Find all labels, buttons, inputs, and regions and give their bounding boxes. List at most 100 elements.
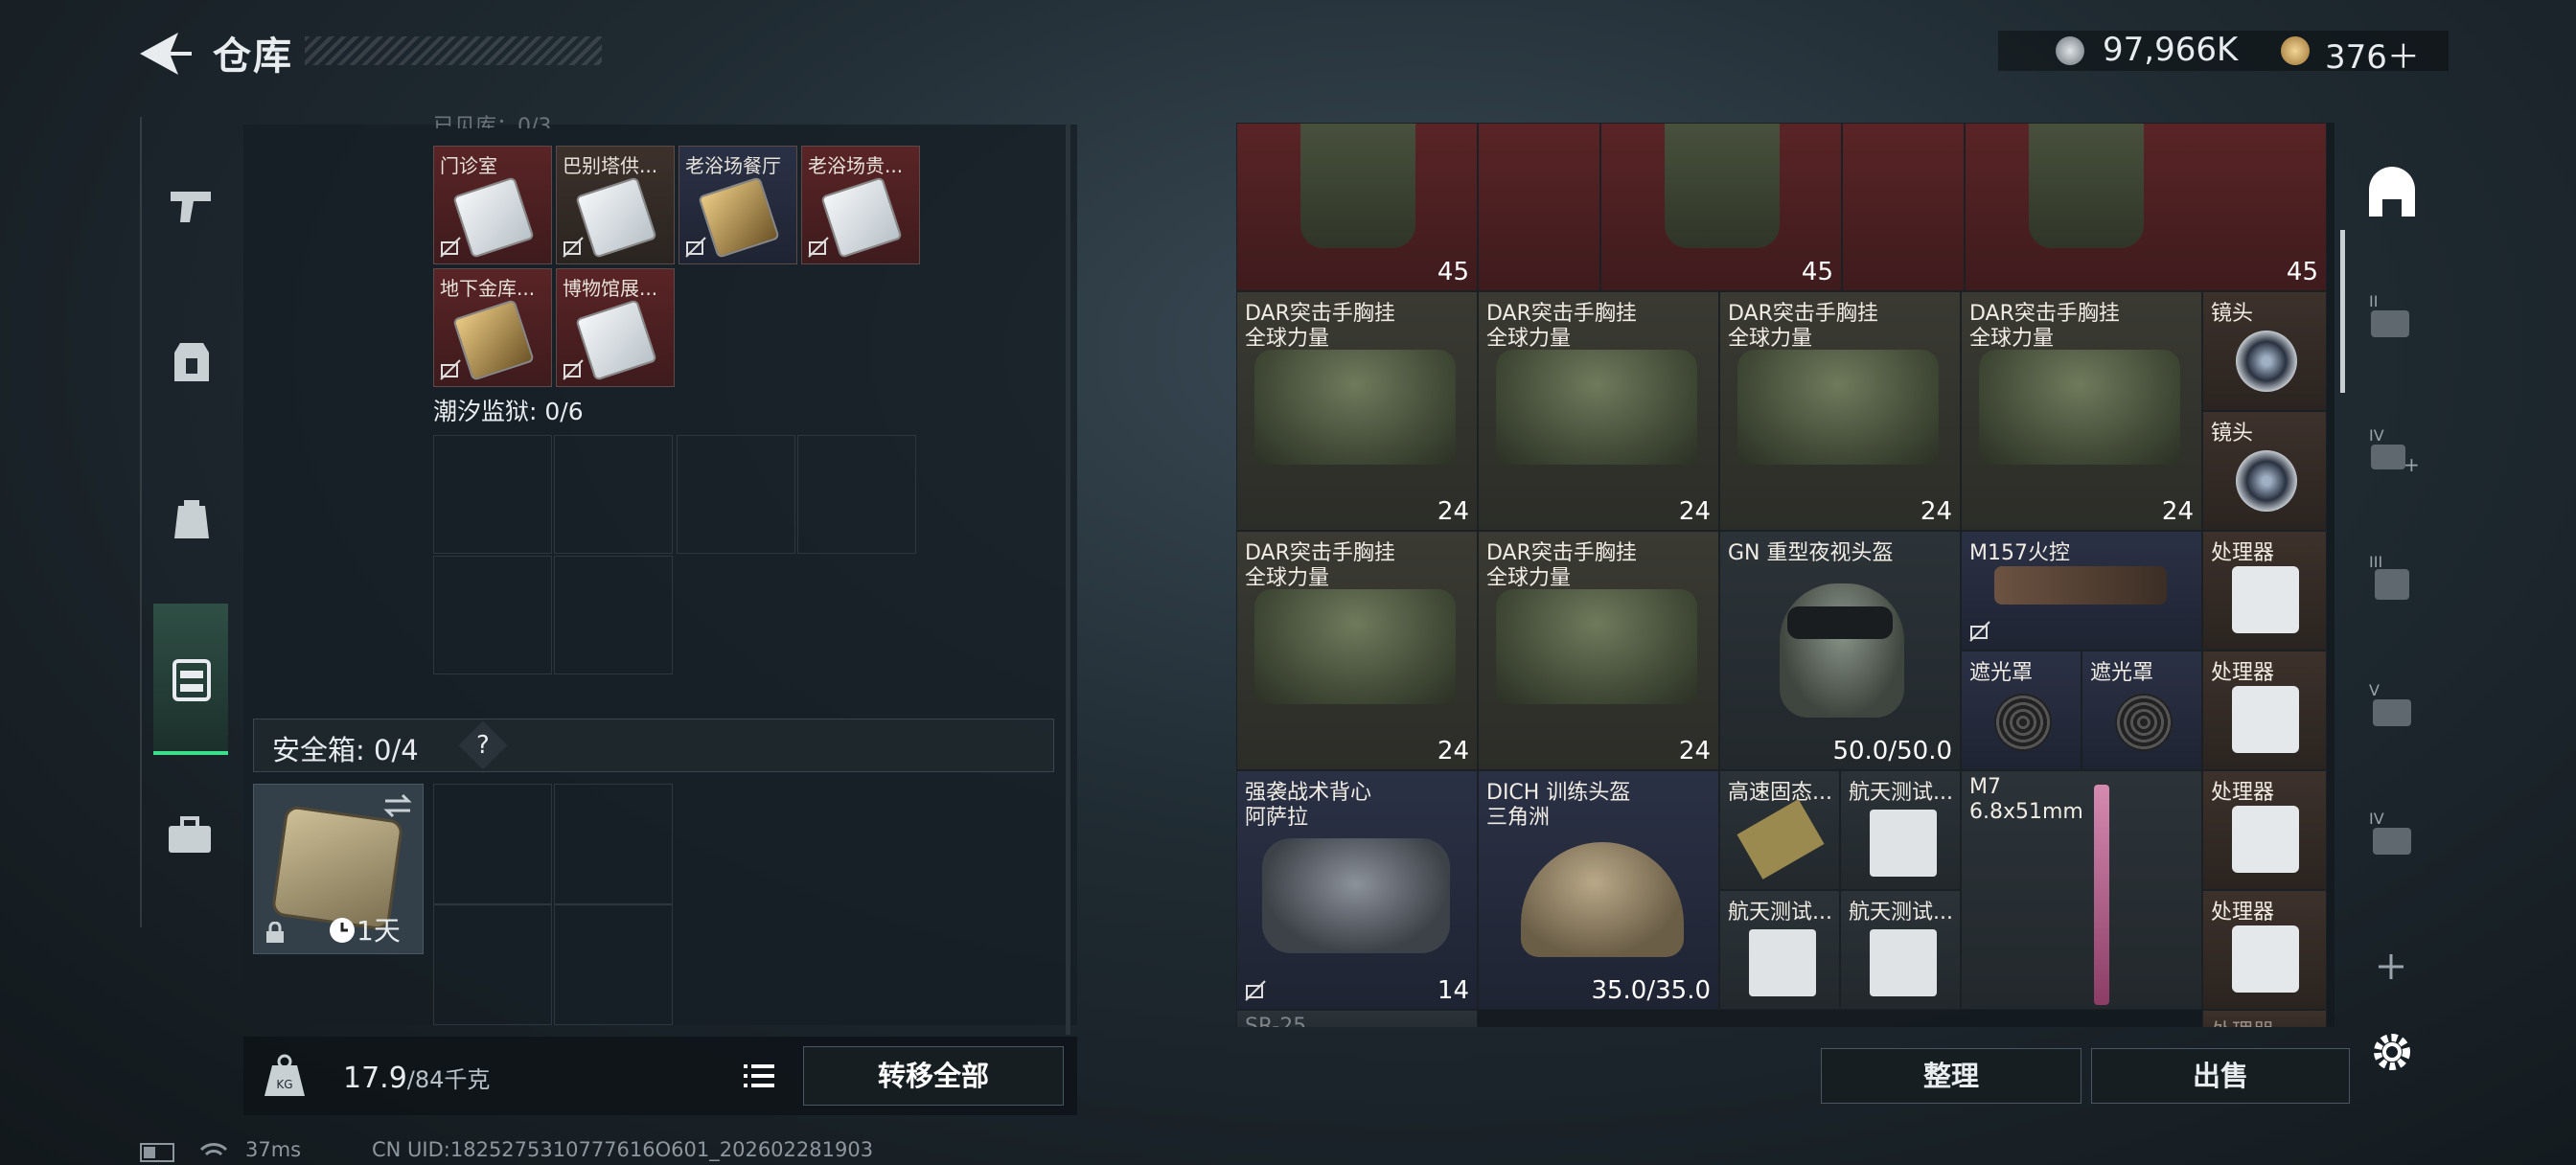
left-scrollbar[interactable] — [1066, 125, 1070, 1035]
stash-item[interactable]: 45 — [1236, 123, 1478, 291]
svg-text:IV: IV — [2369, 810, 2384, 828]
backpack-icon[interactable] — [171, 496, 213, 542]
stash-item[interactable]: 45 — [1600, 123, 1842, 291]
svg-text:V: V — [2369, 681, 2380, 699]
safe-slot[interactable] — [554, 904, 673, 1025]
stash-page-4-icon[interactable]: IV + — [2365, 423, 2419, 475]
empty-slot[interactable] — [677, 435, 795, 554]
stash-page-4b-icon[interactable]: IV — [2365, 807, 2419, 860]
token-icon — [2281, 36, 2310, 65]
battery-icon — [140, 1143, 174, 1162]
key-card[interactable]: 老浴场餐厅 — [678, 146, 797, 264]
chest-rig-item[interactable]: DAR突击手胸挂 全球力量 24 — [1478, 531, 1719, 770]
ssd-item[interactable]: 高速固态... — [1719, 770, 1840, 890]
empty-slot[interactable] — [554, 556, 673, 674]
chest-rig-item[interactable]: DAR突击手胸挂 全球力量 24 — [1719, 291, 1961, 531]
processor-item[interactable]: 处理器 — [2202, 651, 2327, 770]
weight-icon: KG — [264, 1054, 305, 1096]
back-arrow-icon[interactable] — [136, 29, 194, 79]
no-trade-icon — [1245, 980, 1266, 1001]
stash-scrollbar[interactable] — [2340, 230, 2345, 393]
processor-item[interactable]: 处理器 — [2202, 770, 2327, 890]
key-card[interactable]: 博物馆展... — [556, 268, 675, 387]
processor-item[interactable]: 处理器 — [2202, 531, 2327, 651]
page-title: 仓库 — [213, 34, 293, 79]
list-view-icon[interactable] — [732, 1049, 786, 1103]
settings-gear-icon[interactable] — [2369, 1029, 2415, 1075]
no-trade-icon — [1969, 621, 1990, 642]
stash-grid: 45 45 45 DAR突击手胸挂 全球力量 24 DAR突击手胸挂 全球力量 24 D… — [1236, 123, 2334, 1027]
token-value[interactable]: 376＋ — [2325, 31, 2420, 78]
empty-slot[interactable] — [433, 556, 552, 674]
chest-rig-item[interactable]: DAR突击手胸挂 全球力量 24 — [1236, 531, 1478, 770]
wifi-icon — [199, 1143, 228, 1156]
stash-item[interactable] — [1478, 123, 1600, 291]
cut-off-label: 已见库：0/3 — [433, 115, 552, 128]
prison-key-title: 潮汐监狱: 0/6 — [433, 398, 584, 425]
lock-icon — [266, 922, 284, 943]
title-decoration — [305, 36, 602, 65]
stash-item[interactable]: 处理器 — [2202, 1010, 2327, 1027]
tactical-vest-item[interactable]: 强袭战术背心 阿萨拉 14 — [1236, 770, 1478, 1010]
weight-readout: 17.9/84千克 — [343, 1062, 491, 1095]
safe-slot[interactable] — [554, 784, 673, 904]
stash-item[interactable]: SR-25 — [1236, 1010, 1478, 1027]
armor-icon[interactable] — [171, 339, 213, 385]
sort-button[interactable]: 整理 — [1821, 1048, 2082, 1104]
empty-slot[interactable] — [797, 435, 916, 554]
svg-text:KG: KG — [276, 1078, 292, 1091]
stash-home-icon[interactable] — [2363, 165, 2421, 222]
lens-item[interactable]: 镜头 — [2202, 291, 2327, 411]
space-test-item[interactable]: 航天测试... — [1840, 890, 1961, 1010]
no-trade-icon — [563, 237, 584, 258]
stash-item[interactable]: 45 — [1965, 123, 2327, 291]
stash-page-2-icon[interactable]: II — [2365, 289, 2419, 341]
safe-box-title: 安全箱: 0/4 — [272, 734, 419, 766]
nvg-helmet-item[interactable]: GN 重型夜视头盔 50.0/50.0 — [1719, 531, 1961, 770]
swap-icon[interactable] — [381, 791, 414, 820]
empty-slot[interactable] — [554, 435, 673, 554]
sell-button[interactable]: 出售 — [2091, 1048, 2350, 1104]
no-trade-icon — [440, 237, 461, 258]
chest-rig-item[interactable]: DAR突击手胸挂 全球力量 24 — [1236, 291, 1478, 531]
m7-ammo-item[interactable]: M7 6.8x51mm — [1961, 770, 2202, 1010]
svg-text:II: II — [2369, 292, 2378, 310]
case-icon[interactable] — [167, 816, 213, 855]
stash-page-3-icon[interactable]: III — [2365, 550, 2419, 604]
key-card[interactable]: 地下金库... — [433, 268, 552, 387]
safe-slot[interactable] — [433, 904, 552, 1025]
case-duration: 1天 — [356, 915, 401, 947]
space-test-item[interactable]: 航天测试... — [1719, 890, 1840, 1010]
weapon-icon[interactable] — [169, 184, 215, 226]
space-test-item[interactable]: 航天测试... — [1840, 770, 1961, 890]
chest-rig-item[interactable]: DAR突击手胸挂 全球力量 24 — [1478, 291, 1719, 531]
empty-slot[interactable] — [433, 435, 552, 554]
ping-readout: 37ms — [245, 1138, 302, 1161]
container-icon[interactable] — [171, 657, 213, 703]
transfer-all-button[interactable]: 转移全部 — [803, 1046, 1064, 1106]
stash-page-5-icon[interactable]: V — [2365, 678, 2419, 732]
chest-rig-item[interactable]: DAR突击手胸挂 全球力量 24 — [1961, 291, 2202, 531]
safe-slot[interactable] — [433, 784, 552, 904]
key-card[interactable]: 巴别塔供... — [556, 146, 675, 264]
svg-text:III: III — [2369, 553, 2382, 571]
uid-readout: CN UID:1825275310777616O601_202602281903 — [372, 1138, 874, 1161]
add-page-icon[interactable] — [2375, 950, 2407, 983]
coin-icon — [2056, 36, 2084, 65]
no-trade-icon — [563, 359, 584, 380]
shade-item[interactable]: 遮光罩 — [1961, 651, 2082, 770]
processor-item[interactable]: 处理器 — [2202, 890, 2327, 1010]
stash-item[interactable] — [1842, 123, 1965, 291]
lens-item[interactable]: 镜头 — [2202, 411, 2327, 531]
shade-item[interactable]: 遮光罩 — [2082, 651, 2202, 770]
no-trade-icon — [808, 237, 829, 258]
key-card[interactable]: 门诊室 — [433, 146, 552, 264]
svg-text:IV: IV — [2369, 426, 2384, 445]
no-trade-icon — [440, 359, 461, 380]
clock-icon — [330, 918, 355, 943]
svg-text:+: + — [2404, 453, 2419, 475]
training-helmet-item[interactable]: DICH 训练头盔 三角洲 35.0/35.0 — [1478, 770, 1719, 1010]
key-card[interactable]: 老浴场贵... — [801, 146, 920, 264]
money-value: 97,966K — [2103, 31, 2239, 69]
m157-item[interactable]: M157火控 — [1961, 531, 2202, 651]
